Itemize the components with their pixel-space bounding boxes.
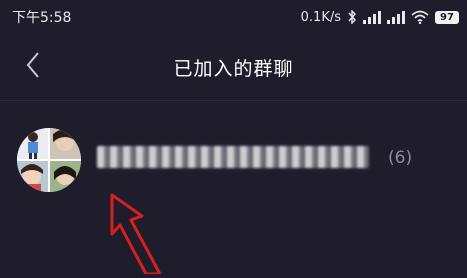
net-speed: 0.1K/s: [300, 9, 341, 25]
status-time: 下午5:58: [12, 10, 72, 26]
red-arrow-icon: [100, 190, 170, 278]
status-bar: 下午5:58 0.1K/s 97: [0, 0, 467, 34]
group-name: ████████████████████████████: [97, 146, 369, 168]
wifi-icon: [411, 10, 429, 24]
group-avatar: [17, 128, 81, 192]
bluetooth-icon: [347, 10, 357, 24]
group-member-count: (6): [388, 148, 413, 168]
avatar-collage-icon: [17, 128, 81, 192]
list-item[interactable]: ████████████████████████████ (6): [0, 101, 467, 199]
signal-icon: [387, 10, 405, 24]
page-title: 已加入的群聊: [173, 58, 294, 80]
signal-icon: [363, 10, 381, 24]
battery-icon: 97: [435, 10, 459, 24]
nav-bar: 已加入的群聊: [0, 34, 467, 101]
status-right: 0.1K/s 97: [301, 7, 459, 27]
